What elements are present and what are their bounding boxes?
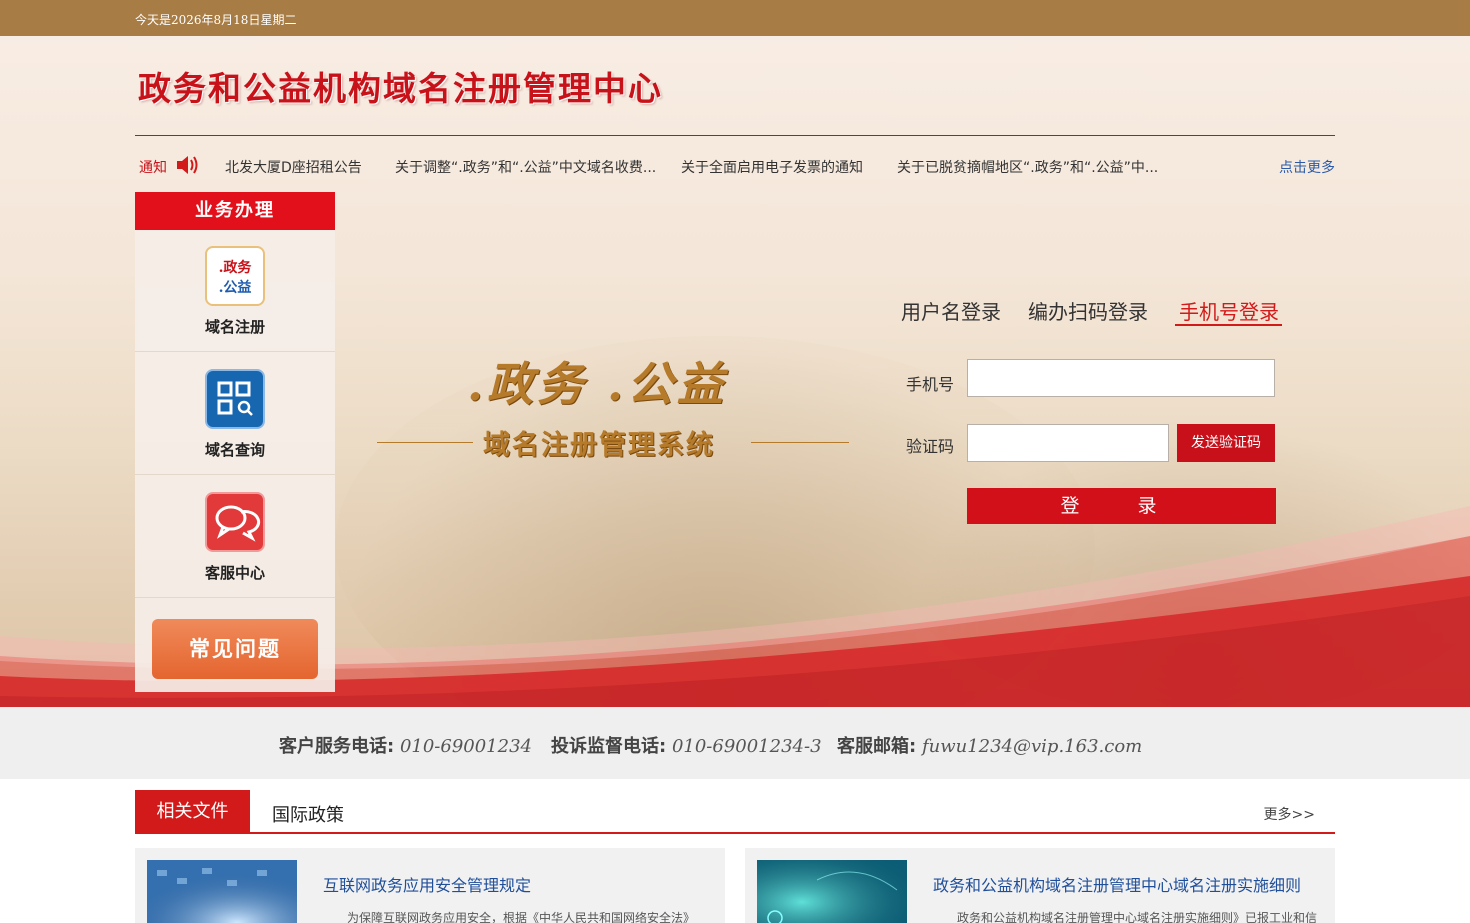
banner-line-left [377,442,473,443]
domain-query-icon [205,369,265,429]
notice-item[interactable]: 北发大厦D座招租公告 [225,157,362,177]
login-panel: 用户名登录 编办扫码登录 手机号登录 手机号 验证码 发送验证码 登 录 [900,290,1282,530]
sidebar-item-domain-query[interactable]: 域名查询 [135,353,335,475]
icon-text-gongyi: .公益 [218,280,252,296]
tab-qr-login[interactable]: 编办扫码登录 [1028,296,1148,325]
news-thumbnail [147,860,297,923]
sidebar-item-label: 域名注册 [204,318,265,336]
code-label: 验证码 [906,437,955,456]
banner-line-right [751,442,849,443]
sidebar-title: 业务办理 [135,192,335,230]
notice-bar: 通知 北发大厦D座招租公告 关于调整“.政务”和“.公益”中文域名收费... 关… [135,148,1335,182]
sidebar-item-domain-register[interactable]: .政务 .公益 域名注册 [135,230,335,352]
business-sidebar: 业务办理 .政务 .公益 域名注册 域名查询 客服中心 常见问题 [135,192,335,692]
tab-international-policy[interactable]: 国际政策 [272,801,344,827]
customer-phone-key: 客户服务电话: [279,736,395,757]
news-card[interactable]: 互联网政务应用安全管理规定 为保障互联网政务应用安全，根据《中华人民共和国网络安… [135,848,725,923]
login-button[interactable]: 登 录 [967,488,1276,524]
news-section: 相关文件 国际政策 更多>> 互联网政务应用安全管理规定 为保障互联网政务应用安… [135,790,1335,923]
notice-more-link[interactable]: 点击更多 [1279,157,1335,177]
banner-main-text: .政务 .公益 [467,357,728,411]
customer-phone-value: 010-69001234 [399,736,532,757]
service-email: 客服邮箱: fuwu1234@vip.163.com [837,732,1142,758]
customer-service-icon [205,492,265,552]
icon-text-zhengwu: .政务 [218,260,252,276]
phone-input[interactable] [967,359,1275,397]
complaint-phone-value: 010-69001234-3 [671,736,822,757]
news-card-desc: 政务和公益机构域名注册管理中心域名注册实施细则》已报工业和信 [957,911,1318,923]
news-more-link[interactable]: 更多>> [1264,804,1315,824]
tab-username-login[interactable]: 用户名登录 [901,296,1001,325]
news-thumbnail [757,860,907,923]
news-card-desc: 为保障互联网政务应用安全，根据《中华人民共和国网络安全法》 [347,911,696,923]
site-title: 政务和公益机构域名注册管理中心 [138,69,663,108]
contact-bar: 客户服务电话: 010-69001234 投诉监督电话: 010-6900123… [0,707,1470,779]
banner-sub-text: 域名注册管理系统 [483,430,715,461]
sidebar-item-label: 域名查询 [204,441,265,459]
notice-item[interactable]: 关于已脱贫摘帽地区“.政务”和“.公益”中... [897,157,1158,177]
faq-button[interactable]: 常见问题 [152,619,318,679]
speaker-icon [177,156,198,174]
phone-label: 手机号 [906,375,955,394]
news-card-title[interactable]: 政务和公益机构域名注册管理中心域名注册实施细则 [933,872,1301,896]
notice-item[interactable]: 关于全面启用电子发票的通知 [681,157,863,177]
customer-phone: 客户服务电话: 010-69001234 [279,732,532,758]
service-email-value[interactable]: fuwu1234@vip.163.com [922,736,1142,757]
news-card-title[interactable]: 互联网政务应用安全管理规定 [323,872,531,896]
service-email-key: 客服邮箱: [837,736,917,757]
banner-logo: .政务 .公益 域名注册管理系统 [377,348,849,468]
tab-related-files[interactable]: 相关文件 [135,790,250,834]
complaint-phone-key: 投诉监督电话: [551,736,667,757]
verification-code-input[interactable] [967,424,1169,462]
news-card[interactable]: 政务和公益机构域名注册管理中心域名注册实施细则 政务和公益机构域名注册管理中心域… [745,848,1335,923]
tab-phone-login[interactable]: 手机号登录 [1179,296,1279,325]
active-tab-underline [1175,324,1282,326]
complaint-phone: 投诉监督电话: 010-69001234-3 [551,732,822,758]
domain-register-icon: .政务 .公益 [205,246,265,306]
title-divider [135,135,1335,136]
send-code-button[interactable]: 发送验证码 [1177,424,1275,462]
current-date: 今天是2026年8月18日星期二 [135,13,297,27]
news-tabs: 相关文件 国际政策 更多>> [135,790,1335,834]
notice-item[interactable]: 关于调整“.政务”和“.公益”中文域名收费... [395,157,656,177]
sidebar-item-customer-service[interactable]: 客服中心 [135,476,335,598]
sidebar-item-label: 客服中心 [204,564,265,582]
top-bar: 今天是2026年8月18日星期二 [0,0,1470,36]
notice-label: 通知 [139,160,167,176]
